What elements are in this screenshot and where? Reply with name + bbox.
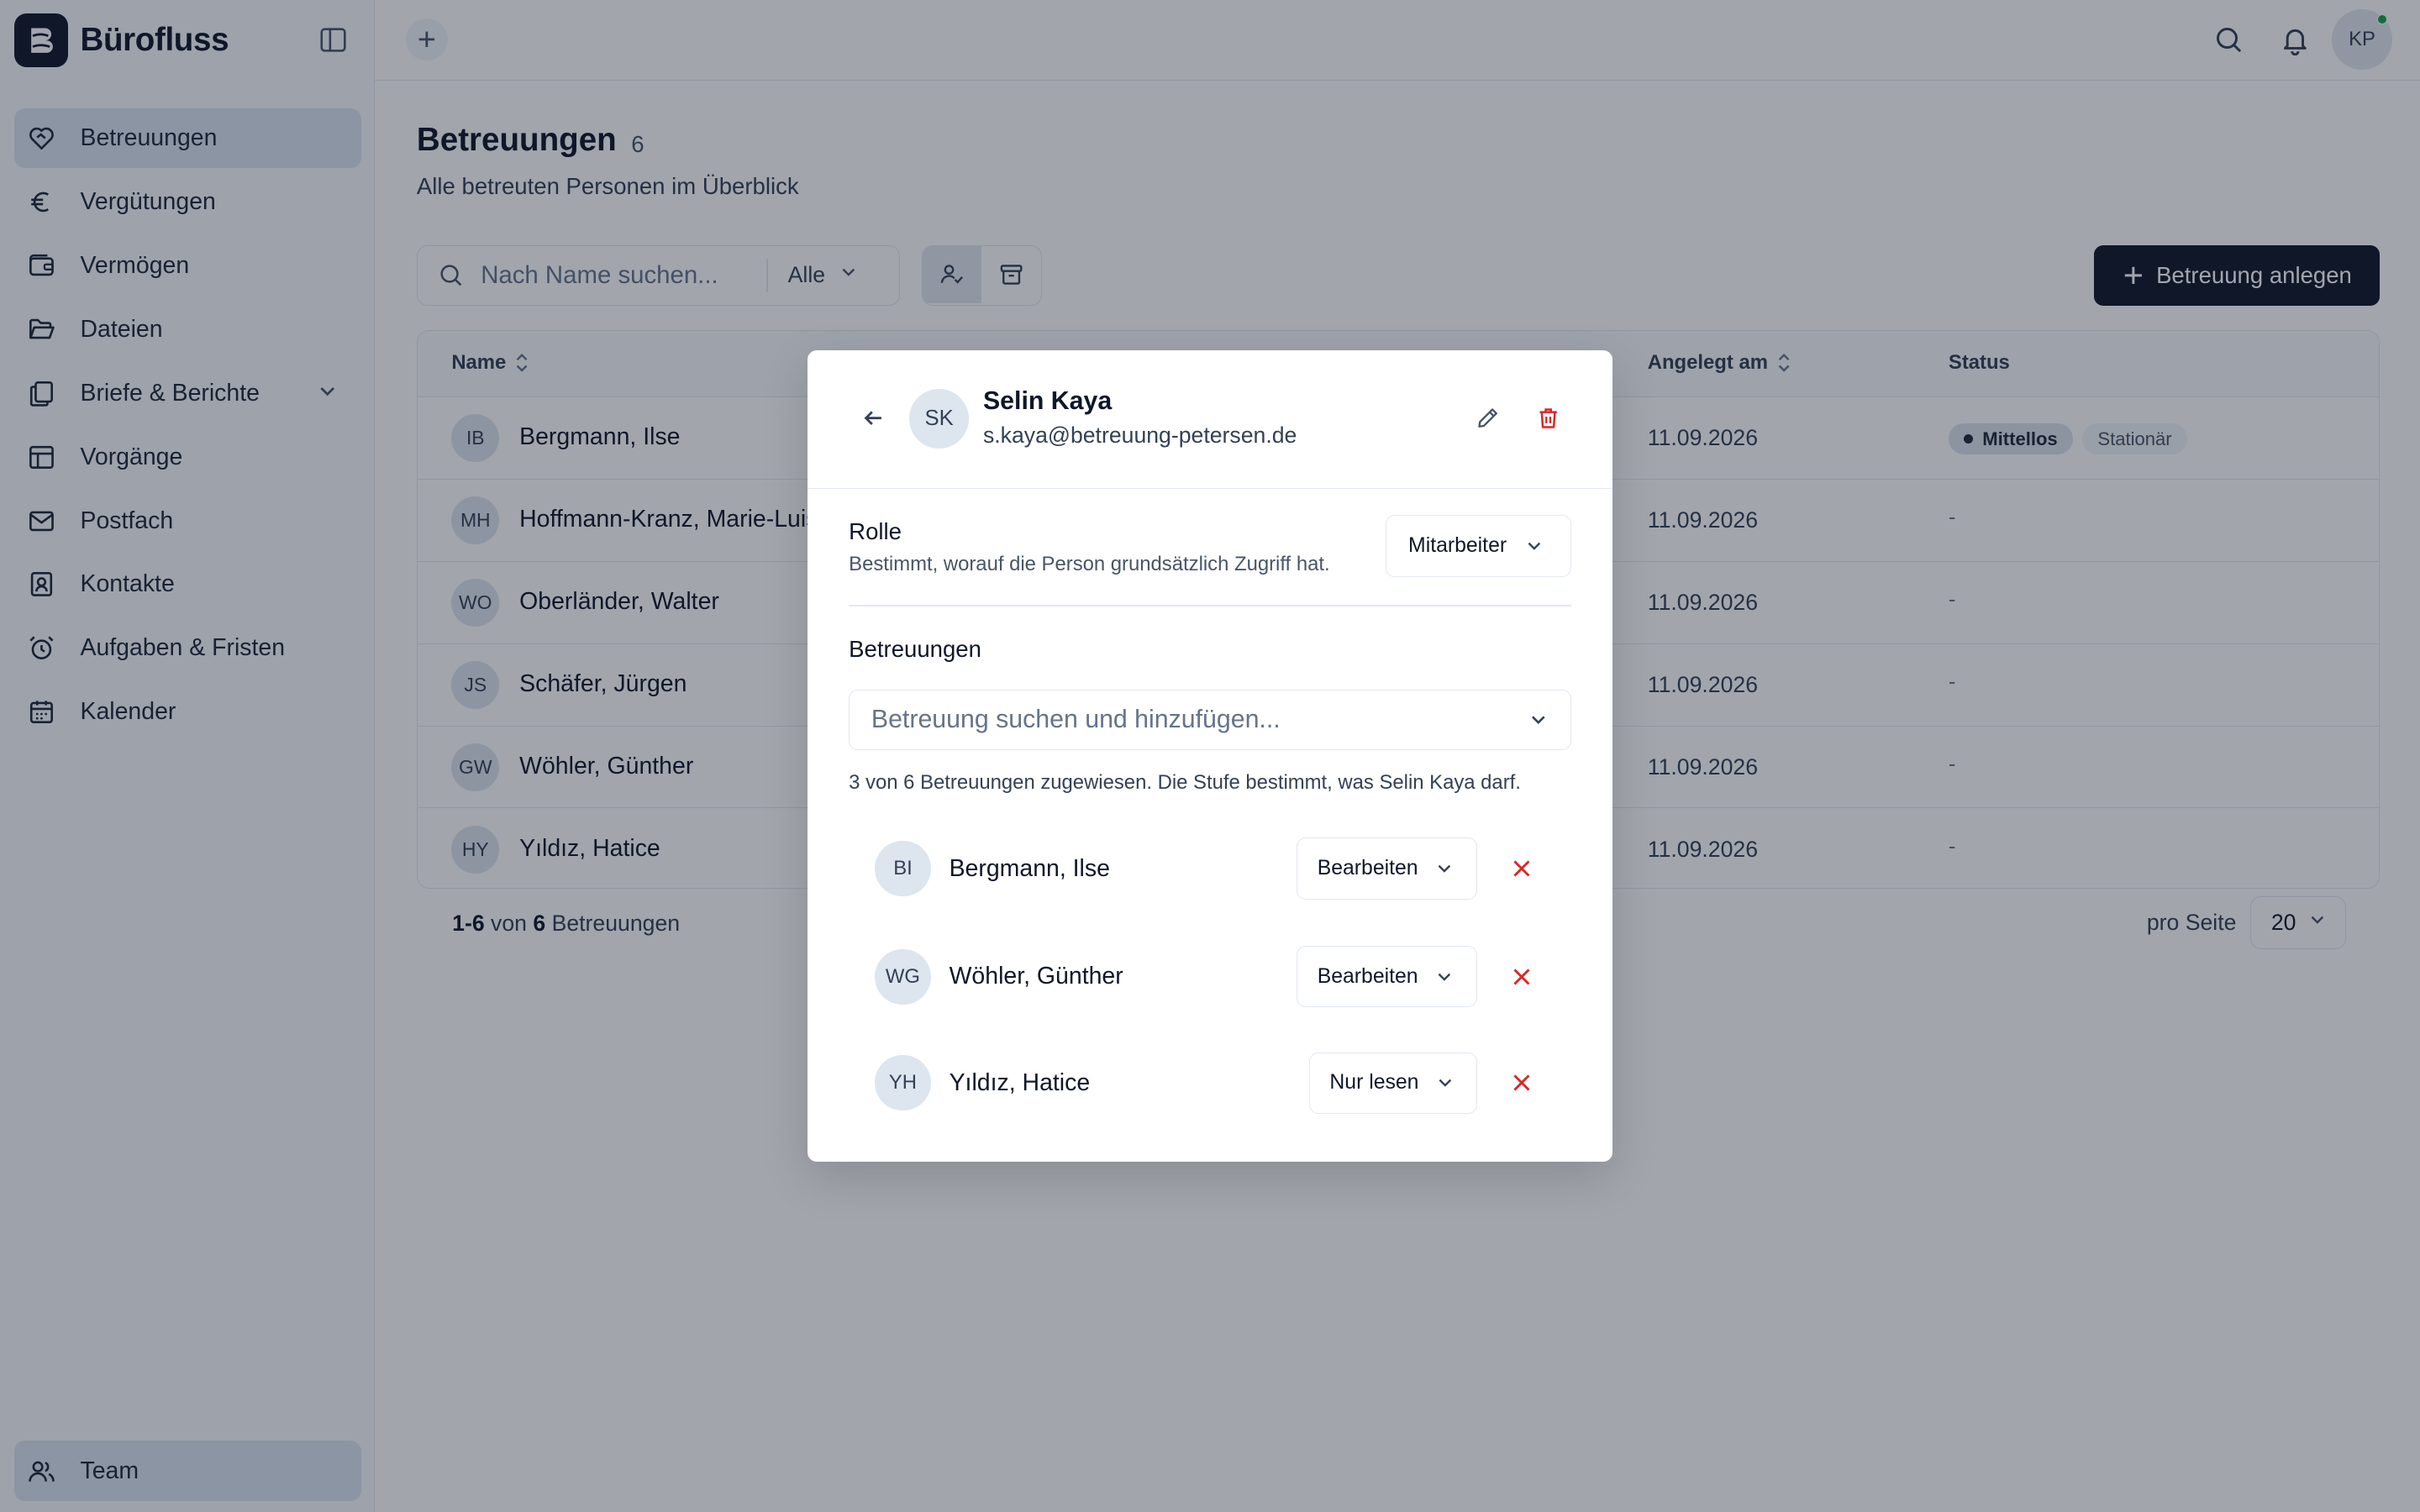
close-icon [1513,860,1530,877]
chevron-down-icon[interactable] [1527,708,1550,732]
close-icon [1513,969,1530,985]
role-select[interactable]: Mitarbeiter [1386,515,1571,577]
team-member-dialog: SK Selin Kaya s.kaya@betreuung-petersen.… [807,349,1613,1163]
assignment-name: Bergmann, Ilse [949,854,1110,882]
trash-icon [1539,408,1557,428]
role-description: Bestimmt, worauf die Person grundsätzlic… [849,552,1330,575]
permission-value: Nur lesen [1329,1071,1419,1095]
assignment-info: 3 von 6 Betreuungen zugewiesen. Die Stuf… [849,771,1521,795]
chevron-down-icon [1434,1072,1456,1094]
avatar: BI [875,840,931,897]
betreuung-search-input[interactable] [871,705,1528,734]
assignment-row: WG Wöhler, Günther Bearbeiten [875,945,1539,1008]
permission-select[interactable]: Bearbeiten [1296,945,1477,1008]
permission-select[interactable]: Nur lesen [1308,1052,1477,1115]
section-title: Betreuungen [849,635,981,662]
permission-select[interactable]: Bearbeiten [1296,837,1477,900]
assignment-row: BI Bergmann, Ilse Bearbeiten [875,837,1539,900]
close-icon [1513,1074,1530,1091]
member-name: Selin Kaya [982,387,1113,415]
arrow-left-icon [864,411,881,426]
chevron-down-icon [1434,858,1455,879]
role-value: Mitarbeiter [1408,534,1507,558]
permission-value: Bearbeiten [1317,964,1418,988]
member-email: s.kaya@betreuung-petersen.de [982,423,1297,449]
chevron-down-icon [1434,966,1455,988]
back-button[interactable] [858,402,889,433]
assignment-name: Yıldız, Hatice [949,1068,1091,1096]
pencil-icon [1478,408,1497,428]
divider [849,604,1571,606]
avatar: WG [875,948,931,1005]
avatar: YH [875,1055,931,1111]
edit-button[interactable] [1472,402,1503,433]
chevron-down-icon [1523,535,1545,557]
remove-assignment-button[interactable] [1507,1069,1535,1097]
delete-button[interactable] [1533,402,1564,433]
avatar: SK [908,388,970,449]
role-title: Rolle [849,518,902,545]
permission-value: Bearbeiten [1317,857,1418,880]
dialog-header: SK Selin Kaya s.kaya@betreuung-petersen.… [807,350,1613,490]
assignment-row: YH Yıldız, Hatice Nur lesen [875,1052,1539,1115]
betreuung-search-combobox [849,689,1571,750]
assignment-name: Wöhler, Günther [949,963,1123,990]
remove-assignment-button[interactable] [1507,855,1535,883]
remove-assignment-button[interactable] [1507,963,1535,990]
